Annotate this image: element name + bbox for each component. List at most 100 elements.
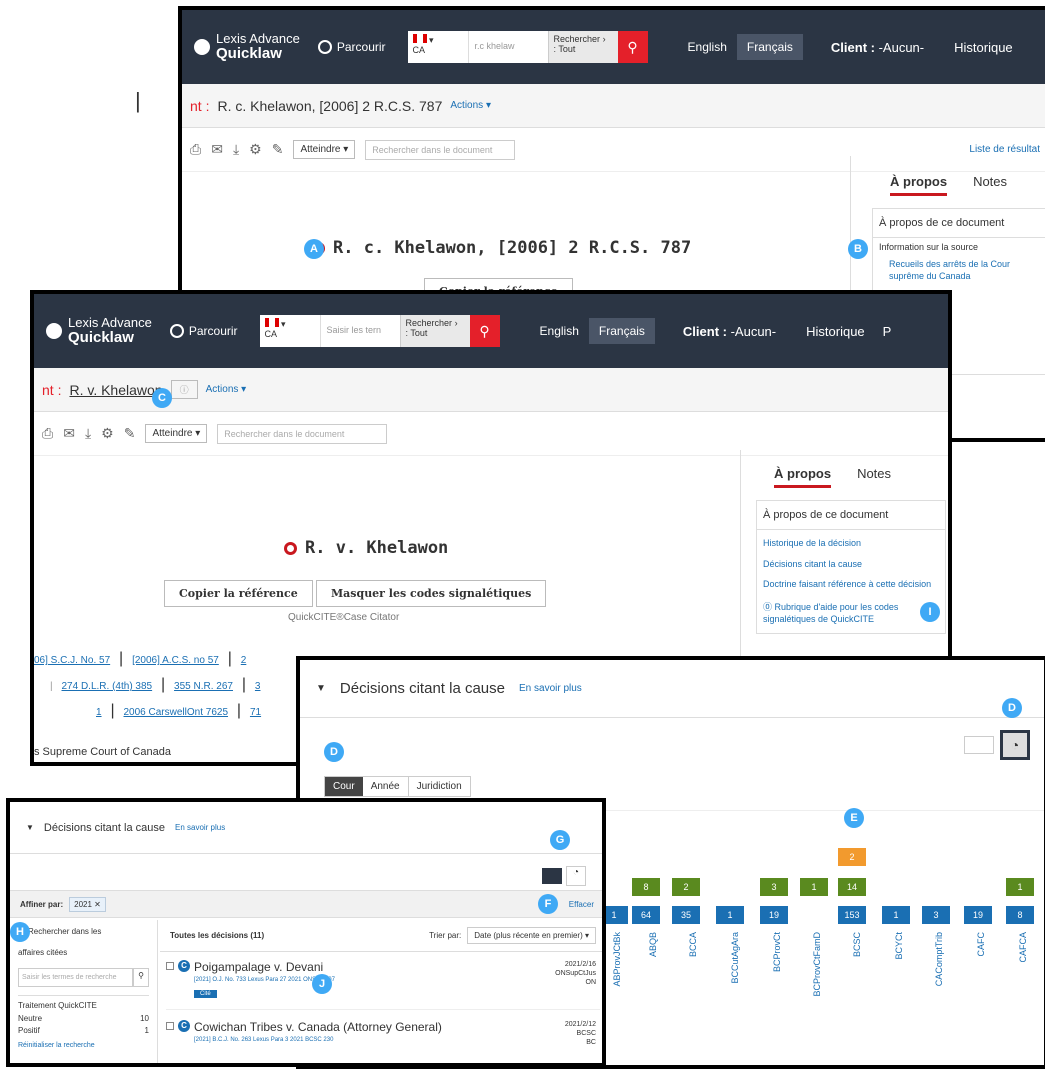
print-icon[interactable]: ⎙ [190,141,201,158]
chart-cell-green[interactable]: 1 [800,878,828,896]
source-link[interactable]: Recueils des arrêts de la Cour suprême d… [873,256,1045,285]
chart-cell-green[interactable]: 1 [1006,878,1034,896]
tab-notes[interactable]: Notes [857,466,891,488]
search-input[interactable]: Saisir les tern [319,315,400,347]
french-button[interactable]: Français [588,318,655,344]
client-selector[interactable]: Client : -Aucun- [683,324,776,339]
result-title[interactable]: Cowichan Tribes v. Canada (Attorney Gene… [194,1020,442,1034]
decision-history-link[interactable]: Historique de la décision [757,530,945,553]
collapse-icon[interactable]: ▼ [316,683,326,694]
history-link[interactable]: Historique [806,324,865,339]
jurisdiction-select[interactable]: ▾ CA [259,315,320,347]
download-icon[interactable]: ⤓ [233,141,239,158]
sort-dropdown[interactable]: Date (plus récente en premier) ▾ [467,927,596,944]
filter-chip[interactable]: 2021 ✕ [69,896,106,912]
reach-dropdown[interactable]: Atteindre ▾ [145,424,208,443]
top-nav: Lexis Advance Quicklaw Parcourir ▾ CA r.c … [182,10,1045,84]
email-icon[interactable]: ✉ [211,141,223,158]
chart-cell-blue[interactable]: 64 [632,906,660,924]
annotate-icon[interactable]: ✎ [124,425,136,442]
search-input[interactable]: r.c khelaw [467,31,548,63]
column-label[interactable]: ABQB [648,932,658,957]
column-label[interactable]: CAFCA [1018,932,1028,963]
actions-menu[interactable]: Actions ▾ [206,384,247,395]
logo[interactable]: Lexis Advance Quicklaw [46,316,152,345]
search-icon[interactable]: ⚲ [133,967,149,987]
column-label[interactable]: BCCutAgAra [730,932,740,984]
clear-filters-link[interactable]: Effacer [569,900,594,909]
result-title[interactable]: Poigampalage v. Devani [194,960,323,974]
column-label[interactable]: CAFC [976,932,986,957]
share-icon[interactable]: ⚙ [249,141,262,158]
doctrine-link[interactable]: Doctrine faisant référence à cette décis… [757,573,945,594]
annotate-icon[interactable]: ✎ [272,141,284,158]
logo[interactable]: Lexis Advance Quicklaw [194,32,300,61]
chart-cell-blue[interactable]: 19 [760,906,788,924]
column-label[interactable]: BCProvCtFamD [812,932,822,997]
actions-menu[interactable]: Actions ▾ [450,100,491,111]
chart-cell-blue[interactable]: 8 [1006,906,1034,924]
hide-codes-button[interactable]: Masquer les codes signalétiques [316,580,547,607]
chart-cell-green[interactable]: 3 [760,878,788,896]
column-label[interactable]: BCCA [688,932,698,957]
view-toggle-list[interactable] [542,868,562,884]
view-toggle-list[interactable] [964,736,994,754]
doc-search-input[interactable]: Rechercher dans le document [217,423,388,444]
learn-more-link[interactable]: En savoir plus [175,823,225,832]
select-checkbox[interactable] [166,1022,174,1030]
tab-jurisdiction[interactable]: Juridiction [409,777,470,796]
download-icon[interactable]: ⤓ [85,425,91,442]
learn-more-link[interactable]: En savoir plus [519,683,582,694]
chart-cell-blue[interactable]: 153 [838,906,866,924]
tab-year[interactable]: Année [363,777,409,796]
pie-chart-icon: ◔ [1010,737,1020,753]
chart-cell-blue[interactable]: 35 [672,906,700,924]
copy-reference-button[interactable]: Copier la référence [164,580,313,607]
tab-court[interactable]: Cour [325,777,363,796]
jurisdiction-select[interactable]: ▾ CA [407,31,468,63]
result-row[interactable]: C Poigampalage v. Devani [2021] O.J. No.… [166,960,600,1010]
column-label[interactable]: CAComptTrib [934,932,944,986]
chart-cell-green[interactable]: 8 [632,878,660,896]
view-toggle-chart[interactable]: ◔ [566,866,586,886]
column-label[interactable]: BCYCt [894,932,904,960]
tab-about[interactable]: À propos [774,466,832,488]
chart-cell-blue[interactable]: 1 [716,906,744,924]
reach-dropdown[interactable]: Atteindre ▾ [293,140,356,159]
doc-search-input[interactable]: Rechercher dans le document [365,139,516,160]
citing-decisions-link[interactable]: Décisions citant la cause [757,553,945,574]
chart-cell-blue[interactable]: 3 [922,906,950,924]
english-button[interactable]: English [530,318,589,344]
chart-cell-blue[interactable]: 19 [964,906,992,924]
print-icon[interactable]: ⎙ [42,425,53,442]
english-button[interactable]: English [678,34,737,60]
browse-button[interactable]: Parcourir [317,40,386,54]
history-link[interactable]: Historique [954,40,1013,55]
email-icon[interactable]: ✉ [63,425,75,442]
client-selector[interactable]: Client : -Aucun- [831,40,924,55]
french-button[interactable]: Français [736,34,803,60]
column-label[interactable]: ABProvJCtBk [612,932,622,987]
chart-cell-green[interactable]: 14 [838,878,866,896]
chart-cell-blue[interactable]: 1 [882,906,910,924]
chart-cell-orange[interactable]: 2 [838,848,866,866]
select-checkbox[interactable] [166,962,174,970]
view-toggle-chart[interactable]: ◔ [1000,730,1030,760]
results-list-link[interactable]: Liste de résultat [969,144,1040,155]
column-label[interactable]: BCProvCt [772,932,782,972]
cited-search-input[interactable]: Saisir les termes de recherche [18,967,134,987]
collapse-icon[interactable]: ▼ [26,823,34,832]
scope-select[interactable]: Rechercher ›: Tout [399,315,470,347]
scope-select[interactable]: Rechercher ›: Tout [547,31,618,63]
column-label[interactable]: BCSC [852,932,862,957]
info-button[interactable]: ⓘ [170,380,198,399]
search-button[interactable]: ⚲ [617,31,648,63]
result-row[interactable]: C Cowichan Tribes v. Canada (Attorney Ge… [166,1020,600,1063]
chart-cell-green[interactable]: 2 [672,878,700,896]
tab-notes[interactable]: Notes [973,174,1007,196]
browse-button[interactable]: Parcourir [169,324,238,338]
help-link[interactable]: ⓪ Rubrique d'aide pour les codes signalé… [757,594,945,633]
tab-about[interactable]: À propos [890,174,948,196]
search-button[interactable]: ⚲ [469,315,500,347]
share-icon[interactable]: ⚙ [101,425,114,442]
